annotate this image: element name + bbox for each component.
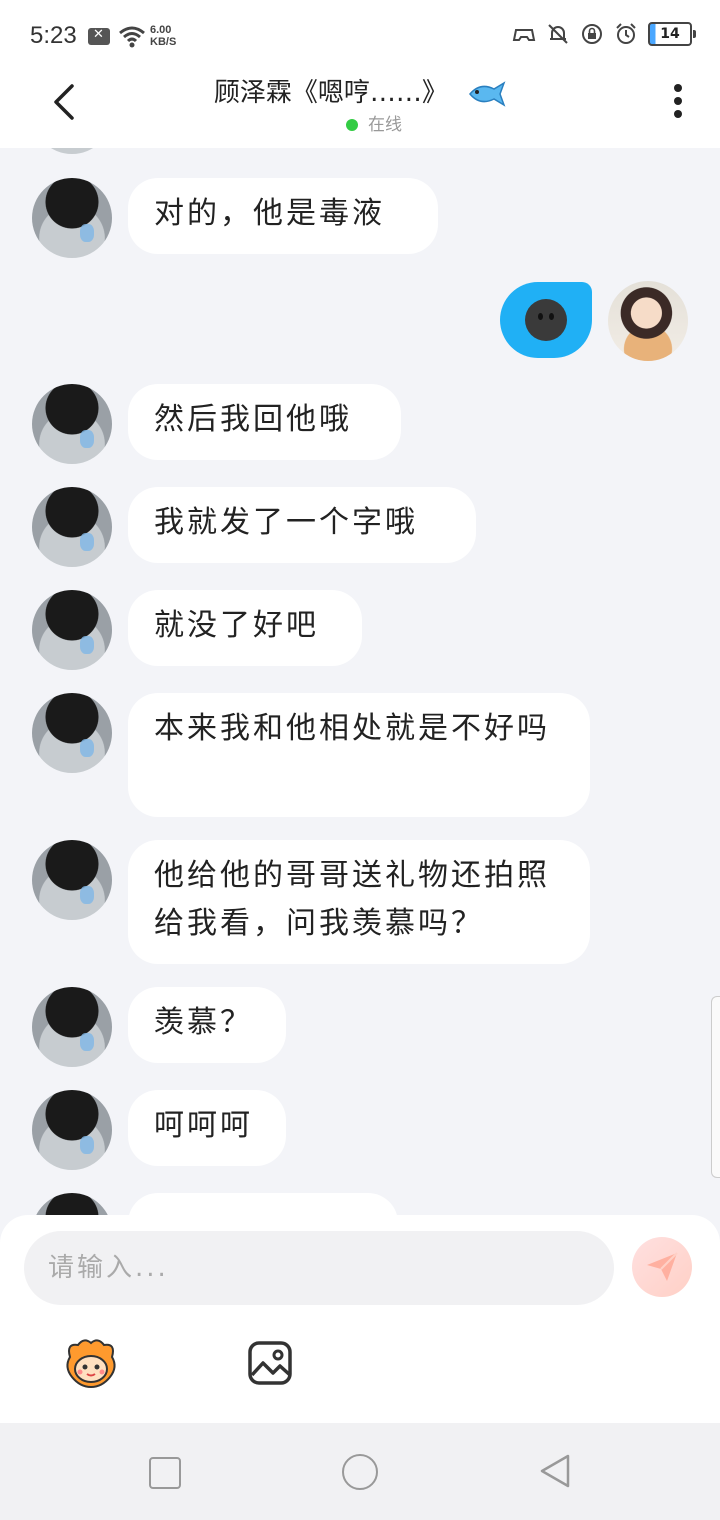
contact-avatar[interactable] xyxy=(32,384,112,464)
home-button[interactable] xyxy=(342,1454,378,1490)
online-status-label: 在线 xyxy=(368,115,402,135)
message-bubble[interactable]: 羡慕？ xyxy=(128,987,286,1063)
message-input[interactable]: 请输入... xyxy=(24,1231,614,1305)
recent-apps-button[interactable] xyxy=(149,1457,181,1489)
message-bubble[interactable]: 对的，他是毒液 xyxy=(128,178,438,254)
battery-indicator: 14 xyxy=(648,22,696,46)
contact-avatar[interactable] xyxy=(32,1090,112,1170)
contact-avatar[interactable] xyxy=(32,987,112,1067)
send-button[interactable] xyxy=(632,1237,692,1297)
contact-avatar[interactable] xyxy=(32,1193,112,1215)
status-bar: 5:23 6.00 KB/S 14 xyxy=(0,0,720,72)
message-list[interactable]: 对的，他是毒液 然后我回他哦 我就发了一个字哦 就没了好吧 本来我和他相处就是不… xyxy=(0,148,720,1215)
cartoon-emoji-icon[interactable] xyxy=(62,1337,120,1389)
notification-icon xyxy=(88,27,110,45)
contact-title: 顾泽霖《嗯哼……》 xyxy=(0,72,720,109)
message-bubble-partial[interactable] xyxy=(128,1193,398,1215)
contact-avatar[interactable] xyxy=(32,693,112,773)
message-bubble[interactable]: 他给他的哥哥送礼物还拍照给我看，问我羡慕吗？ xyxy=(128,840,590,964)
message-bubble[interactable]: 呵呵呵 xyxy=(128,1090,286,1166)
contact-avatar[interactable] xyxy=(32,590,112,670)
message-bubble[interactable]: 就没了好吧 xyxy=(128,590,362,666)
status-time: 5:23 xyxy=(30,22,77,49)
contact-avatar[interactable] xyxy=(32,840,112,920)
contact-avatar[interactable] xyxy=(32,178,112,258)
online-dot-icon xyxy=(346,119,358,131)
fish-icon xyxy=(469,80,506,107)
wifi-icon xyxy=(119,26,145,48)
message-bubble[interactable]: 然后我回他哦 xyxy=(128,384,401,460)
contact-name: 顾泽霖《嗯哼……》 xyxy=(213,78,448,108)
back-button[interactable] xyxy=(538,1453,572,1489)
scroll-handle[interactable] xyxy=(711,996,720,1178)
lock-rotation-icon xyxy=(582,24,602,44)
message-bubble[interactable]: 本来我和他相处就是不好吗 xyxy=(128,693,590,817)
contact-avatar[interactable] xyxy=(32,148,112,154)
more-options-icon[interactable] xyxy=(674,84,682,124)
paper-plane-icon xyxy=(647,1252,678,1281)
my-message-bubble[interactable] xyxy=(500,282,592,358)
network-speed: 6.00 KB/S xyxy=(150,24,176,48)
message-bubble[interactable]: 我就发了一个字哦 xyxy=(128,487,476,563)
alarm-icon xyxy=(616,23,636,44)
online-status: 在线 xyxy=(346,110,402,135)
chat-header: 顾泽霖《嗯哼……》 在线 xyxy=(0,72,720,148)
my-avatar[interactable] xyxy=(608,281,688,361)
network-speed-value: 6.00 xyxy=(150,24,172,36)
system-nav-bar xyxy=(0,1423,720,1520)
black-smiley-emoji-icon xyxy=(525,299,567,341)
contact-avatar[interactable] xyxy=(32,487,112,567)
bell-muted-icon xyxy=(548,24,568,44)
image-picker-icon[interactable] xyxy=(248,1341,292,1385)
gamepad-icon xyxy=(512,29,536,41)
network-speed-unit: KB/S xyxy=(150,36,177,48)
input-bar: 请输入... xyxy=(0,1215,720,1423)
